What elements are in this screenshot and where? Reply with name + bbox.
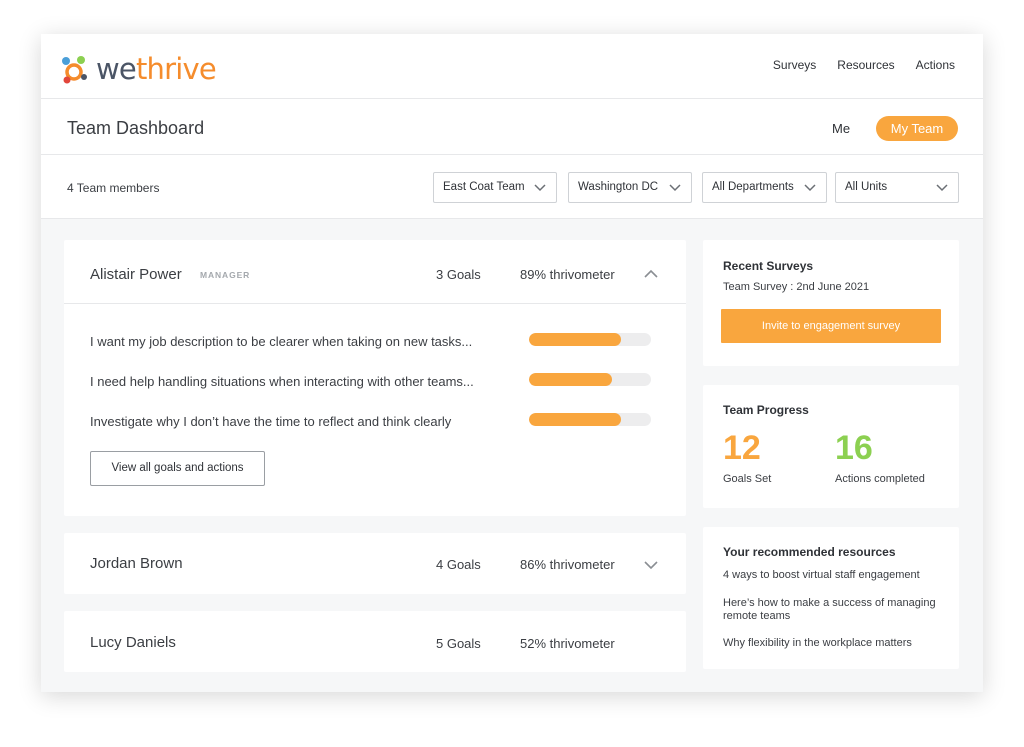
- app-window: wethrive Surveys Resources Actions Team …: [41, 34, 983, 692]
- top-nav: wethrive Surveys Resources Actions: [41, 34, 983, 99]
- resource-link[interactable]: Here’s how to make a success of managing…: [723, 597, 948, 623]
- tab-my-team[interactable]: My Team: [876, 116, 958, 141]
- page-title: Team Dashboard: [67, 118, 205, 138]
- actions-completed-value: 16: [835, 429, 873, 467]
- role-badge: MANAGER: [200, 270, 251, 280]
- team-member-count: 4 Team members: [67, 181, 160, 195]
- member-card[interactable]: Lucy Daniels 5 Goals 52% thrivometer: [64, 611, 686, 672]
- goal-progress-bar: [529, 333, 651, 346]
- member-name[interactable]: Jordan Brown: [90, 555, 183, 572]
- member-goals-count: 4 Goals: [436, 557, 481, 572]
- nav-resources[interactable]: Resources: [837, 58, 894, 72]
- unit-select[interactable]: All Units: [835, 172, 959, 203]
- goal-progress-fill: [529, 413, 621, 426]
- unit-select-value: All Units: [845, 181, 888, 193]
- goal-progress-bar: [529, 413, 651, 426]
- member-thrivometer: 89% thrivometer: [520, 267, 615, 282]
- member-goals-count: 3 Goals: [436, 267, 481, 282]
- chevron-up-icon[interactable]: [644, 269, 658, 279]
- page-header: Team Dashboard Me My Team: [41, 99, 983, 155]
- member-thrivometer: 52% thrivometer: [520, 636, 615, 651]
- goal-progress-fill: [529, 333, 621, 346]
- member-card[interactable]: Jordan Brown 4 Goals 86% thrivometer: [64, 533, 686, 594]
- member-name[interactable]: Alistair Power: [90, 266, 182, 283]
- goal-progress-fill: [529, 373, 612, 386]
- department-select[interactable]: All Departments: [702, 172, 827, 203]
- main-nav: Surveys Resources Actions: [773, 58, 955, 72]
- goal-item[interactable]: I need help handling situations when int…: [90, 374, 474, 389]
- team-select[interactable]: East Coat Team: [433, 172, 557, 203]
- chevron-down-icon: [804, 184, 816, 192]
- resources-card: Your recommended resources 4 ways to boo…: [703, 527, 959, 669]
- view-all-goals-button[interactable]: View all goals and actions: [90, 451, 265, 486]
- member-thrivometer: 86% thrivometer: [520, 557, 615, 572]
- wethrive-logo[interactable]: wethrive: [58, 51, 217, 86]
- resource-link[interactable]: 4 ways to boost virtual staff engagement: [723, 569, 948, 582]
- member-card: Alistair Power MANAGER 3 Goals 89% thriv…: [64, 240, 686, 516]
- department-select-value: All Departments: [712, 181, 794, 193]
- goals-set-label: Goals Set: [723, 473, 772, 485]
- actions-completed-label: Actions completed: [835, 473, 925, 485]
- nav-surveys[interactable]: Surveys: [773, 58, 816, 72]
- logo-wordmark: wethrive: [96, 51, 217, 86]
- tab-me[interactable]: Me: [832, 121, 850, 136]
- chevron-down-icon: [534, 184, 546, 192]
- recent-surveys-card: Recent Surveys Team Survey : 2nd June 20…: [703, 240, 959, 366]
- goal-item[interactable]: Investigate why I don’t have the time to…: [90, 414, 451, 429]
- chevron-down-icon: [669, 184, 681, 192]
- location-select-value: Washington DC: [578, 181, 659, 193]
- goals-set-value: 12: [723, 429, 761, 467]
- invite-survey-button[interactable]: Invite to engagement survey: [721, 309, 941, 343]
- resources-title: Your recommended resources: [723, 545, 896, 559]
- member-goals-count: 5 Goals: [436, 636, 481, 651]
- chevron-down-icon: [936, 184, 948, 192]
- team-select-value: East Coat Team: [443, 181, 525, 193]
- member-name[interactable]: Lucy Daniels: [90, 634, 176, 651]
- recent-survey-item[interactable]: Team Survey : 2nd June 2021: [723, 281, 869, 294]
- filter-bar: 4 Team members East Coat Team Washington…: [41, 155, 983, 219]
- chevron-down-icon[interactable]: [644, 560, 658, 570]
- location-select[interactable]: Washington DC: [568, 172, 692, 203]
- resource-link[interactable]: Why flexibility in the workplace matters: [723, 637, 948, 650]
- goal-item[interactable]: I want my job description to be clearer …: [90, 334, 472, 349]
- team-progress-card: Team Progress 12 Goals Set 16 Actions co…: [703, 385, 959, 508]
- goal-progress-bar: [529, 373, 651, 386]
- logo-mark-icon: [62, 56, 87, 84]
- nav-actions[interactable]: Actions: [916, 58, 955, 72]
- team-progress-title: Team Progress: [723, 403, 809, 417]
- card-divider: [64, 303, 686, 304]
- recent-surveys-title: Recent Surveys: [723, 259, 814, 273]
